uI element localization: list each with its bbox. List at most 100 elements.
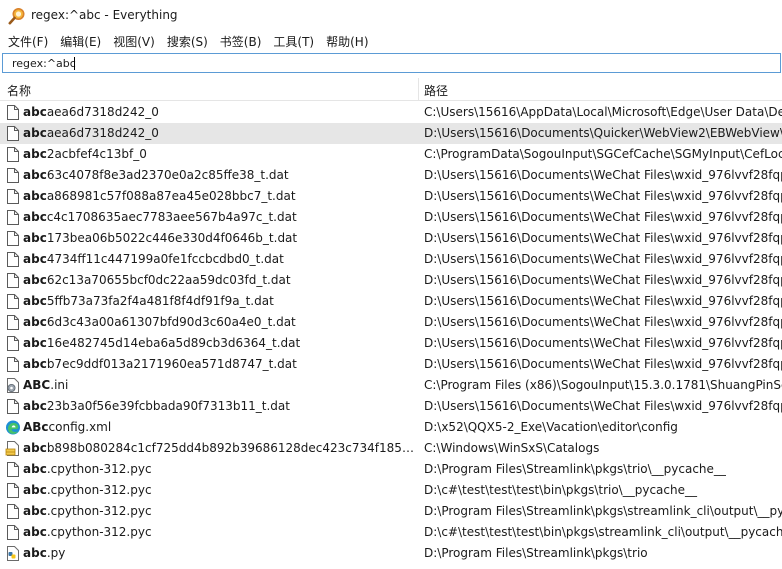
menu-help[interactable]: 帮助(H) [320,32,374,52]
result-name-match: abc [23,147,47,161]
column-separator[interactable] [418,78,419,100]
column-header-path[interactable]: 路径 [424,82,448,99]
result-row[interactable]: abc23b3a0f56e39fcbbada90f7313b11_t.dat D:… [0,396,782,417]
result-name-rest: 4734ff11c447199a0fe1fccbcdbd0_t.dat [46,252,284,266]
result-name: abc173bea06b5022c446e330d4f0646b_t.dat [23,231,415,245]
result-path: C:\Windows\WinSxS\Catalogs [424,441,600,455]
result-name: ABcconfig.xml [23,420,415,434]
result-name-match: abc [23,483,47,497]
catalog-icon [5,440,21,457]
result-name-rest: .cpython-312.pyc [46,462,152,476]
result-path: D:\x52\QQX5-2_Exe\Vacation\editor\config [424,420,678,434]
result-row[interactable]: abcaea6d7318d242_0 D:\Users\15616\Documen… [0,123,782,144]
result-name: abc2acbfef4c13bf_0 [23,147,415,161]
result-path: D:\Users\15616\Documents\WeChat Files\wx… [424,399,782,413]
file-icon [5,335,21,352]
result-name: abc62c13a70655bcf0dc22aa59dc03fd_t.dat [23,273,415,287]
result-row[interactable]: abca868981c57f088a87ea45e028bbc7_t.dat D:… [0,186,782,207]
result-row[interactable]: ABcconfig.xml D:\x52\QQX5-2_Exe\Vacation\… [0,417,782,438]
result-row[interactable]: ABC.ini C:\Program Files (x86)\SogouInput… [0,375,782,396]
edge-icon [5,419,21,436]
result-name-match: abc [23,168,47,182]
result-name-match: abc [23,126,47,140]
result-row[interactable]: abc4734ff11c447199a0fe1fccbcdbd0_t.dat D:… [0,249,782,270]
menu-edit[interactable]: 编辑(E) [54,32,107,52]
file-icon [5,356,21,373]
result-path: D:\Users\15616\Documents\WeChat Files\wx… [424,189,782,203]
result-name: abc.cpython-312.pyc [23,483,415,497]
result-name: abc4734ff11c447199a0fe1fccbcdbd0_t.dat [23,252,415,266]
result-name-match: abc [23,105,47,119]
result-name: abc5ffb73a73fa2f4a481f8f4df91f9a_t.dat [23,294,415,308]
menu-view[interactable]: 视图(V) [107,32,161,52]
file-icon [5,125,21,142]
column-header: 名称 路径 [0,78,782,101]
menu-tools[interactable]: 工具(T) [267,32,320,52]
file-icon [5,314,21,331]
result-name-match: abc [23,210,47,224]
result-path: D:\c#\test\test\test\bin\pkgs\streamlink… [424,525,782,539]
result-row[interactable]: abc63c4078f8e3ad2370e0a2c85ffe38_t.dat D:… [0,165,782,186]
result-row[interactable]: abcc4c1708635aec7783aee567b4a97c_t.dat D:… [0,207,782,228]
result-name-match: abc [23,504,47,518]
menu-search[interactable]: 搜索(S) [161,32,214,52]
result-row[interactable]: abcb7ec9ddf013a2171960ea571d8747_t.dat D:… [0,354,782,375]
result-name-rest: b7ec9ddf013a2171960ea571d8747_t.dat [46,357,297,371]
file-icon [5,230,21,247]
result-name-rest: .ini [50,378,69,392]
result-row[interactable]: abc.cpython-312.pyc D:\Program Files\Stre… [0,501,782,522]
result-path: D:\Program Files\Streamlink\pkgs\streaml… [424,504,782,518]
result-name-match: abc [23,189,47,203]
result-name-match: abc [23,357,47,371]
result-name-match: abc [23,231,47,245]
result-name-rest: b898b080284c1cf725dd4b892b39686128dec423… [46,441,415,455]
result-path: D:\Users\15616\Documents\WeChat Files\wx… [424,168,782,182]
result-name: abca868981c57f088a87ea45e028bbc7_t.dat [23,189,415,203]
result-row[interactable]: abc6d3c43a00a61307bfd90d3c60a4e0_t.dat D:… [0,312,782,333]
result-row[interactable]: abcaea6d7318d242_0 C:\Users\15616\AppData… [0,102,782,123]
result-path: D:\Users\15616\Documents\WeChat Files\wx… [424,273,782,287]
result-name: abcb898b080284c1cf725dd4b892b39686128dec… [23,441,415,455]
result-name: abc.cpython-312.pyc [23,504,415,518]
result-name-match: abc [23,462,47,476]
result-row[interactable]: abc.cpython-312.pyc D:\c#\test\test\test\… [0,522,782,543]
result-row[interactable]: abc173bea06b5022c446e330d4f0646b_t.dat D:… [0,228,782,249]
result-path: C:\Users\15616\AppData\Local\Microsoft\E… [424,105,782,119]
column-header-name[interactable]: 名称 [7,82,31,99]
result-path: D:\Program Files\Streamlink\pkgs\trio [424,546,648,560]
file-icon [5,461,21,478]
file-icon [5,503,21,520]
menu-file[interactable]: 文件(F) [0,32,54,52]
python-file-icon [5,545,21,562]
result-name-rest: 62c13a70655bcf0dc22aa59dc03fd_t.dat [46,273,291,287]
result-name-rest: a868981c57f088a87ea45e028bbc7_t.dat [46,189,296,203]
everything-magnifier-icon [8,8,25,25]
result-row[interactable]: abc16e482745d14eba6a5d89cb3d6364_t.dat D:… [0,333,782,354]
result-path: D:\Users\15616\Documents\WeChat Files\wx… [424,210,782,224]
result-name: abc.cpython-312.pyc [23,462,415,476]
menu-bookmarks[interactable]: 书签(B) [214,32,268,52]
menu-bar: 文件(F) 编辑(E) 视图(V) 搜索(S) 书签(B) 工具(T) 帮助(H… [0,32,782,52]
result-name-rest: aea6d7318d242_0 [46,105,159,119]
result-row[interactable]: abc62c13a70655bcf0dc22aa59dc03fd_t.dat D:… [0,270,782,291]
result-row[interactable]: abc.cpython-312.pyc D:\Program Files\Stre… [0,459,782,480]
result-row[interactable]: abcb898b080284c1cf725dd4b892b39686128dec… [0,438,782,459]
result-name-match: ABc [23,420,49,434]
everything-window: regex:^abc - Everything 文件(F) 编辑(E) 视图(V… [0,0,782,569]
file-icon [5,482,21,499]
result-name-rest: config.xml [48,420,112,434]
result-name-match: abc [23,273,47,287]
file-icon [5,146,21,163]
result-row[interactable]: abc2acbfef4c13bf_0 C:\ProgramData\SogouIn… [0,144,782,165]
file-icon [5,167,21,184]
result-row[interactable]: abc.py D:\Program Files\Streamlink\pkgs\t… [0,543,782,564]
result-name: abcb7ec9ddf013a2171960ea571d8747_t.dat [23,357,415,371]
result-row[interactable]: abc5ffb73a73fa2f4a481f8f4df91f9a_t.dat D:… [0,291,782,312]
result-name: abc63c4078f8e3ad2370e0a2c85ffe38_t.dat [23,168,415,182]
search-input[interactable] [3,54,780,72]
result-path: D:\Users\15616\Documents\WeChat Files\wx… [424,357,782,371]
result-name: abc.cpython-312.pyc [23,525,415,539]
results-list: abcaea6d7318d242_0 C:\Users\15616\AppData… [0,102,782,564]
result-row[interactable]: abc.cpython-312.pyc D:\c#\test\test\test\… [0,480,782,501]
result-path: C:\ProgramData\SogouInput\SGCefCache\SGM… [424,147,782,161]
